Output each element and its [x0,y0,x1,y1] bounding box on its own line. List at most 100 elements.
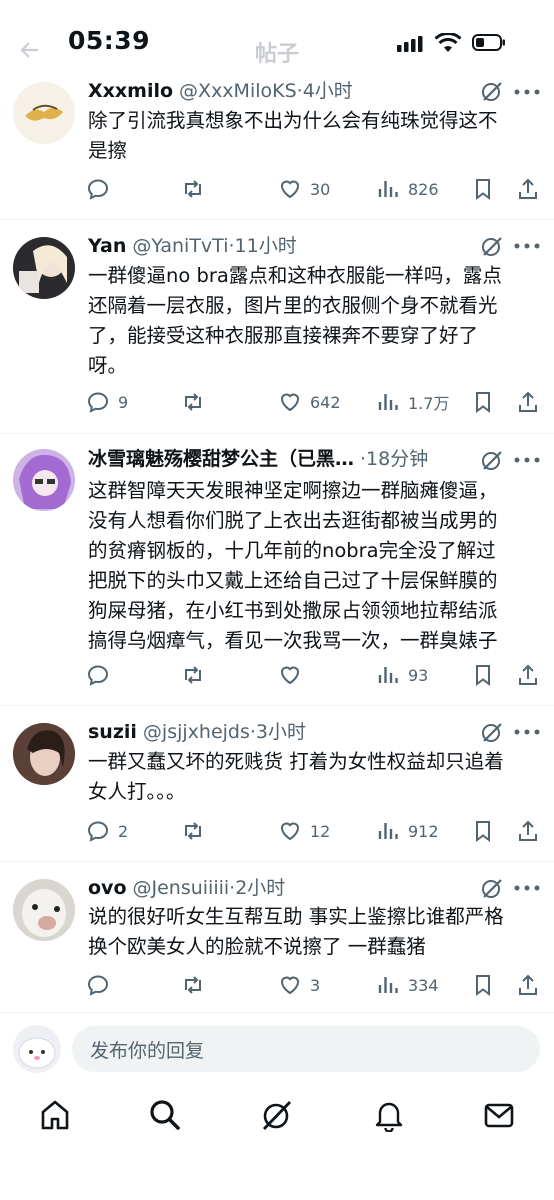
post-text-line: 这群智障天天发眼神坚定啊擦边一群脑瘫傻逼， [88,479,498,502]
avatar[interactable] [13,723,75,785]
more-icon[interactable] [514,89,540,95]
reply-input[interactable]: 发布你的回复 [72,1026,540,1072]
view-count: 826 [408,179,439,199]
post-item[interactable]: 冰雪璃魅殇樱甜梦公主（已黑… ·18分钟 这群智障天天发眼神坚定啊擦边一群脑瘫傻逼… [0,433,554,706]
like-button[interactable]: 30 [278,174,330,204]
reply-icon [87,179,109,200]
views-icon [378,977,398,993]
repost-button[interactable] [181,816,205,846]
author-handle[interactable]: @Jensuiiiii [133,877,230,899]
like-button[interactable] [278,660,310,690]
author-handle[interactable]: @jsjjxhejds [143,721,250,743]
post-text-line: 的贫瘠钢板的，十几年前的nobra完全没了解过 [88,539,496,562]
more-icon[interactable] [514,885,540,891]
signal-icon [397,36,423,52]
share-icon [519,178,537,199]
author-name[interactable]: Xxxmilo [88,80,173,102]
view-count: 93 [408,665,429,685]
grok-icon[interactable] [481,235,503,257]
author-handle[interactable]: @XxxMiloKS [179,80,297,102]
views-button[interactable]: 826 [376,174,439,204]
repost-button[interactable] [181,660,205,690]
reply-button[interactable] [86,660,118,690]
action-bar: 9 642 1.7万 [86,387,546,417]
bookmark-icon [476,392,490,413]
post-text-line: 呀。 [88,354,128,377]
search-icon[interactable] [148,1098,182,1132]
post-meta: Xxxmilo @XxxMiloKS·4小时 [88,76,488,106]
post-item[interactable]: ovo @Jensuiiiii·2小时 说的很好听女生互帮互助 事实上鉴擦比谁都严… [0,861,554,1013]
grok-icon[interactable] [481,80,503,102]
heart-icon [280,822,300,841]
post-text: 除了引流我真想象不出为什么会有纯珠觉得这不 是擦 [88,106,543,166]
avatar[interactable] [13,879,75,941]
post-text-line: 女人打。。。 [88,780,186,803]
share-icon [519,391,537,412]
avatar[interactable] [13,449,75,511]
post-text-line: 狗屎母猪，在小红书到处撒尿占领领地拉帮结派 [88,599,498,622]
more-icon[interactable] [514,457,540,463]
repost-button[interactable] [181,970,205,1000]
post-item[interactable]: Yan @YaniTvTi·11小时 一群傻逼no bra露点和这种衣服能一样吗，… [0,219,554,434]
share-button[interactable] [516,174,540,204]
bookmark-button[interactable] [471,174,495,204]
action-bar: 93 [86,660,546,690]
post-time: ·3小时 [249,721,307,743]
grok-icon[interactable] [481,449,503,471]
views-button[interactable]: 912 [376,816,439,846]
view-count: 334 [408,975,439,995]
like-button[interactable]: 642 [278,387,341,417]
grok-icon[interactable] [481,877,503,899]
repost-icon [185,393,201,411]
post-item[interactable]: Xxxmilo @XxxMiloKS·4小时 除了引流我真想象不出为什么会有纯珠觉… [0,62,554,220]
author-name[interactable]: suzii [88,721,137,743]
heart-icon [280,180,300,199]
reply-button[interactable]: 2 [86,816,128,846]
author-name[interactable]: 冰雪璃魅殇樱甜梦公主（已黑… [88,448,354,470]
views-button[interactable]: 334 [376,970,439,1000]
reply-button[interactable] [86,174,118,204]
bookmark-button[interactable] [471,816,495,846]
share-button[interactable] [516,387,540,417]
post-text: 说的很好听女生互帮互助 事实上鉴擦比谁都严格 换个欧美女人的脸就不说擦了 一群蠢… [88,902,543,962]
like-button[interactable]: 12 [278,816,330,846]
post-time: ·2小时 [229,877,286,899]
share-button[interactable] [516,970,540,1000]
author-handle[interactable]: @YaniTvTi [132,235,228,257]
bookmark-button[interactable] [471,387,495,417]
more-icon[interactable] [514,243,540,249]
mail-icon[interactable] [482,1098,516,1132]
grok-icon[interactable] [260,1098,294,1132]
reply-button[interactable] [86,970,118,1000]
more-icon[interactable] [514,729,540,735]
bell-icon[interactable] [372,1098,406,1132]
like-button[interactable]: 3 [278,970,320,1000]
reply-button[interactable]: 9 [86,387,128,417]
view-count: 1.7万 [408,394,450,413]
post-text-line: 说的很好听女生互帮互助 事实上鉴擦比谁都严格 [88,905,504,928]
grok-icon[interactable] [481,721,503,743]
avatar[interactable] [13,82,75,144]
home-icon[interactable] [38,1098,72,1132]
share-icon [519,664,537,685]
share-button[interactable] [516,816,540,846]
heart-icon [280,666,300,685]
bookmark-icon [476,975,490,996]
bookmark-button[interactable] [471,660,495,690]
heart-icon [280,393,300,412]
views-button[interactable]: 1.7万 [376,387,449,417]
author-name[interactable]: Yan [88,235,126,257]
views-icon [378,823,398,839]
views-icon [378,181,398,197]
post-text-line: 搞得乌烟瘴气，看见一次我骂一次，一群臭婊子 [88,629,498,652]
repost-button[interactable] [181,387,205,417]
avatar[interactable] [13,237,75,299]
reply-icon [87,821,109,842]
post-item[interactable]: suzii @jsjjxhejds·3小时 一群又蠢又坏的死贱货 打着为女性权益却… [0,705,554,862]
views-button[interactable]: 93 [376,660,428,690]
bookmark-button[interactable] [471,970,495,1000]
share-button[interactable] [516,660,540,690]
like-count: 30 [310,179,331,199]
repost-button[interactable] [181,174,205,204]
author-name[interactable]: ovo [88,877,127,899]
